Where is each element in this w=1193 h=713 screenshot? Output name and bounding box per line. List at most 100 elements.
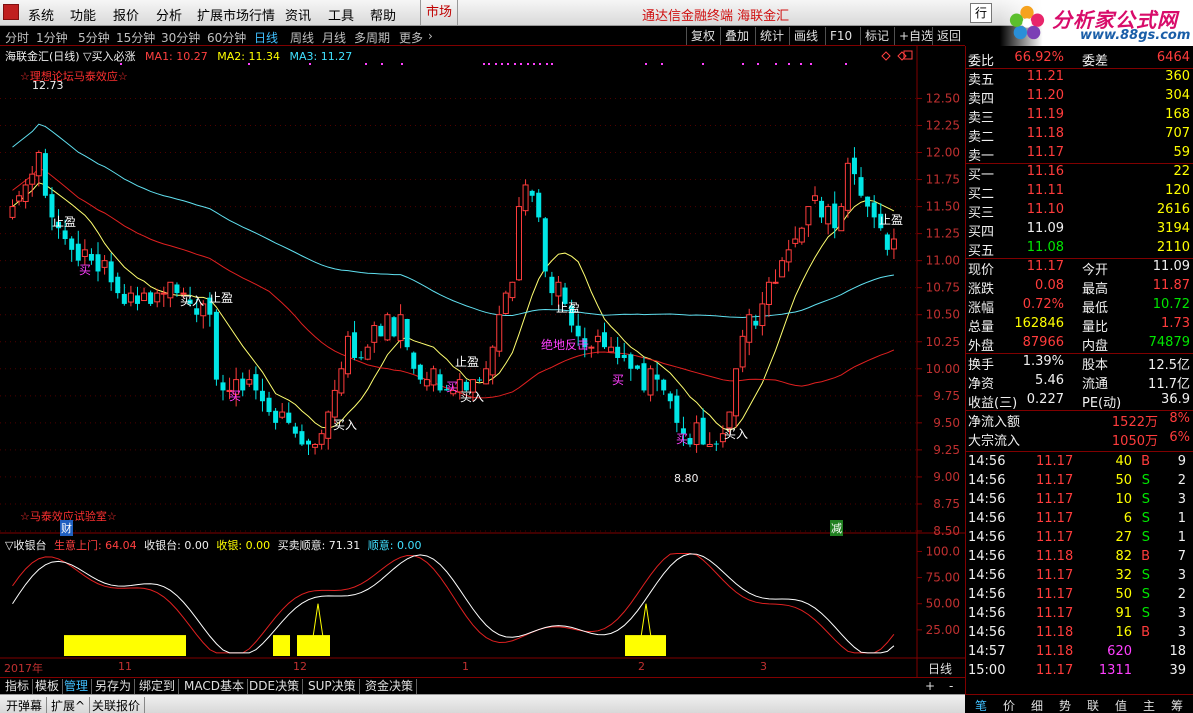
tab-dde[interactable]: DDE决策 (246, 679, 304, 694)
linked-quote-button[interactable]: 关联报价 (88, 697, 146, 713)
period-timeshare[interactable]: 分时 (5, 29, 29, 46)
candle-body (220, 382, 226, 391)
menu-analysis[interactable]: 分析 (156, 5, 182, 24)
candle-body (423, 379, 430, 387)
overlay-button[interactable]: 叠加 (720, 27, 753, 45)
candle-body (266, 397, 272, 413)
menu-function[interactable]: 功能 (70, 5, 96, 24)
buy-volume: 22 (1173, 164, 1190, 179)
signal-spike (312, 603, 324, 638)
more-chevron-icon[interactable]: › (428, 29, 433, 43)
stat2-row: 净资 5.46 流通 11.7亿 (966, 372, 1193, 392)
market-button[interactable]: 市场 (420, 0, 458, 26)
candle-body (246, 379, 253, 385)
chart-area[interactable]: 100.075.0050.0025.00 止盈止盈止盈止盈止盈买入买入买入买入买… (0, 46, 965, 677)
period-15min[interactable]: 15分钟 (116, 29, 155, 46)
period-daily[interactable]: 日线 (254, 29, 278, 46)
period-5min[interactable]: 5分钟 (78, 29, 110, 46)
candle-body (331, 389, 338, 418)
right-tab[interactable]: 联 (1079, 697, 1107, 713)
tick-time: 14:56 (968, 511, 1006, 526)
tab-indicator[interactable]: 指标 (2, 679, 34, 694)
draw-line-button[interactable]: 画线 (789, 27, 822, 45)
period-multi[interactable]: 多周期 (354, 29, 390, 46)
financial-badge[interactable]: 财 (60, 520, 73, 536)
candle-body (608, 346, 615, 353)
tab-template[interactable]: 模板 (32, 679, 64, 694)
period-weekly[interactable]: 周线 (290, 29, 314, 46)
menu-help[interactable]: 帮助 (370, 5, 396, 24)
tab-save-as[interactable]: 另存为 (92, 679, 136, 694)
tab-fund[interactable]: 资金决策 (362, 679, 418, 694)
cash-register-bar (273, 635, 290, 656)
tab-macd[interactable]: MACD基本 (181, 679, 248, 694)
danmaku-toggle[interactable]: 开弹幕 (2, 697, 48, 713)
adjust-button[interactable]: 复权 (686, 27, 719, 45)
menu-quote[interactable]: 报价 (113, 5, 139, 24)
stat-value: 5.46 (1035, 373, 1064, 388)
flow-row: 大宗流入 1050万 6% (966, 429, 1193, 449)
candle-body (641, 363, 647, 391)
stats-button[interactable]: 统计 (755, 27, 788, 45)
tab-sup[interactable]: SUP决策 (305, 679, 360, 694)
candle-body (674, 395, 680, 423)
right-tab[interactable]: 细 (1023, 697, 1051, 713)
tab-bind-to[interactable]: 绑定到 (136, 679, 180, 694)
right-tab[interactable]: 价 (995, 697, 1023, 713)
stat-value: 0.72% (1022, 297, 1064, 312)
stat-label: 今开 (1082, 263, 1109, 278)
tab-manage[interactable]: 管理 (61, 679, 93, 694)
y-tick-label: 12.50 (926, 91, 960, 105)
sub-value-4: 买卖顺意: 71.31 (277, 539, 361, 552)
mark-button[interactable]: 标记 (860, 27, 893, 45)
tick-volume: 10 (1115, 492, 1132, 507)
menu-news[interactable]: 资讯 (285, 5, 311, 24)
f10-button[interactable]: F10 (825, 27, 856, 45)
tick-count: 3 (1177, 492, 1186, 507)
right-tab[interactable]: 主 (1135, 697, 1163, 713)
tick-volume: 50 (1115, 587, 1132, 602)
candle-body (174, 284, 180, 294)
y-tick-label: 10.50 (926, 308, 960, 322)
tick-row: 14:56 11.17 10 S 3 (966, 491, 1193, 510)
period-30min[interactable]: 30分钟 (161, 29, 200, 46)
signal-dot (546, 63, 548, 65)
menu-tools[interactable]: 工具 (328, 5, 354, 24)
signal-dot (495, 63, 497, 65)
period-60min[interactable]: 60分钟 (207, 29, 246, 46)
menu-system[interactable]: 系统 (28, 5, 54, 24)
signal-dot (788, 63, 790, 65)
window-title: 通达信金融终端 海联金汇 (642, 9, 790, 24)
add-favorite-button[interactable]: +自选 (894, 27, 937, 45)
stop-profit-label: 止盈 (455, 355, 479, 369)
candle-body (148, 292, 154, 304)
period-monthly[interactable]: 月线 (322, 29, 346, 46)
period-more[interactable]: 更多 (399, 29, 423, 46)
tick-volume: 40 (1115, 454, 1132, 469)
right-tab[interactable]: 筹 (1163, 697, 1191, 713)
right-tab[interactable]: 笔 (967, 697, 995, 713)
menu-extended-market[interactable]: 扩展市场行情 (197, 5, 275, 24)
stat-row: 总量 162846 量比 1.73 (966, 315, 1193, 335)
quote-mode-button[interactable]: 行 (970, 3, 992, 23)
extend-button[interactable]: 扩展^ (47, 697, 91, 713)
tick-count: 9 (1177, 454, 1186, 469)
reduce-badge[interactable]: 减 (830, 520, 843, 536)
candle-body (765, 281, 772, 305)
buy-label: 买一 (968, 168, 995, 183)
signal-dot (645, 63, 647, 65)
candle-body (358, 357, 364, 359)
period-daily-label[interactable]: 日线 (928, 660, 952, 677)
right-tab[interactable]: 势 (1051, 697, 1079, 713)
back-button[interactable]: 返回 (932, 27, 965, 45)
zoom-in-button[interactable]: + (922, 679, 938, 694)
tick-row: 14:56 11.17 50 S 2 (966, 586, 1193, 605)
period-1min[interactable]: 1分钟 (36, 29, 68, 46)
zoom-out-button[interactable]: - (946, 679, 956, 694)
candle-body (496, 314, 503, 352)
tick-count: 3 (1177, 625, 1186, 640)
right-tab[interactable]: 值 (1107, 697, 1135, 713)
stat-label: 股本 (1082, 358, 1109, 373)
stat-value: 1.73 (1161, 316, 1190, 331)
sell-price: 11.17 (1026, 145, 1064, 160)
